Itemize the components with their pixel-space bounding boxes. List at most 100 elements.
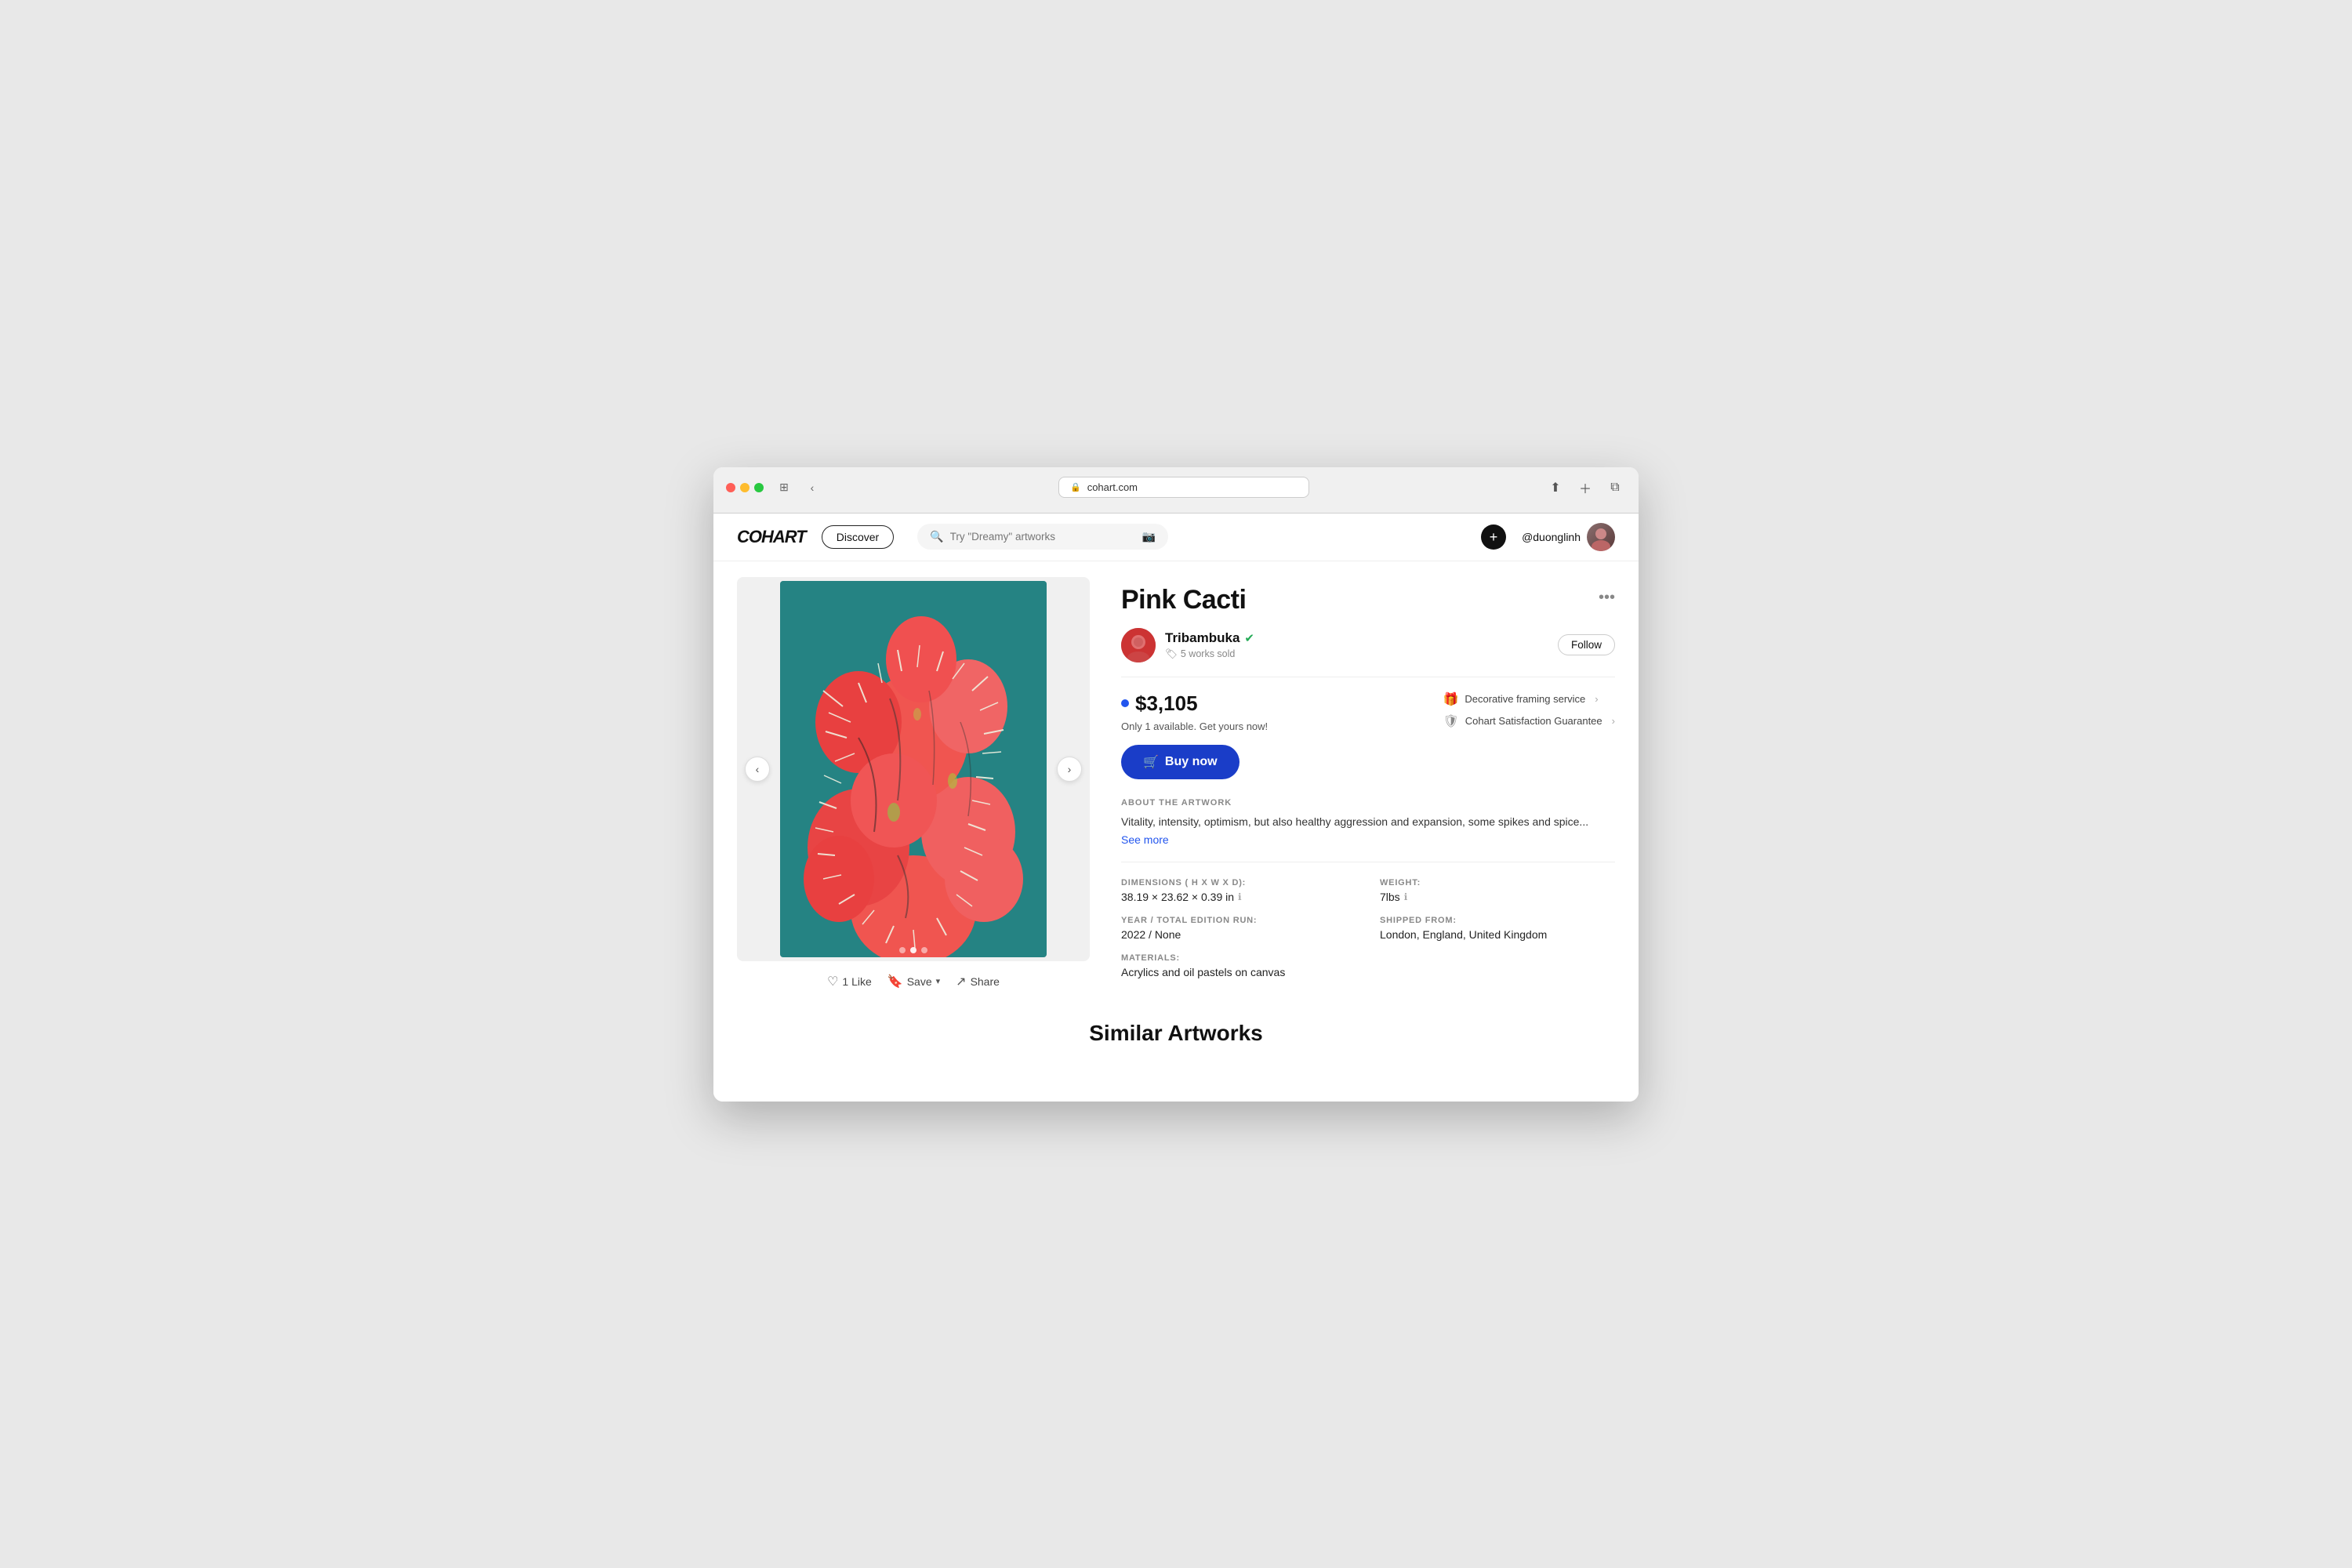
artist-row: Tribambuka ✔ 🏷 5 works sold Follow — [1121, 628, 1615, 662]
spec-dimensions: DIMENSIONS ( H X W X D): 38.19 × 23.62 ×… — [1121, 878, 1356, 903]
artist-name: Tribambuka — [1165, 630, 1240, 646]
price-left: $3,105 Only 1 available. Get yours now! … — [1121, 691, 1268, 779]
artist-avatar — [1121, 628, 1156, 662]
page-content: COHART Discover 🔍 📷 + @duonglinh — [713, 514, 1639, 1102]
price-row: $3,105 Only 1 available. Get yours now! … — [1121, 691, 1615, 779]
address-bar[interactable]: 🔒 cohart.com — [1058, 477, 1309, 498]
close-button[interactable] — [726, 483, 735, 492]
about-label: ABOUT THE ARTWORK — [1121, 798, 1615, 808]
save-button[interactable]: 🔖 Save ▾ — [887, 974, 940, 989]
gallery-dot-3[interactable] — [921, 947, 927, 953]
shipped-value: London, England, United Kingdom — [1380, 928, 1615, 941]
spec-materials: MATERIALS: Acrylics and oil pastels on c… — [1121, 953, 1615, 978]
address-bar-container: 🔒 cohart.com — [833, 477, 1535, 498]
dimensions-value: 38.19 × 23.62 × 0.39 in ℹ — [1121, 891, 1356, 903]
verified-badge: ✔ — [1244, 631, 1254, 645]
gallery-dot-2[interactable] — [910, 947, 916, 953]
services-list: 🎁 Decorative framing service › 🛡 Cohart … — [1443, 691, 1615, 729]
framing-service[interactable]: 🎁 Decorative framing service › — [1443, 691, 1615, 707]
like-button[interactable]: ♡ 1 Like — [827, 974, 872, 989]
tabs-button[interactable]: ⧉ — [1604, 477, 1626, 499]
about-text: Vitality, intensity, optimism, but also … — [1121, 814, 1615, 831]
nav-username: @duonglinh — [1522, 531, 1581, 543]
details-section: ••• Pink Cacti — [1121, 577, 1615, 989]
buy-button[interactable]: 🛒 Buy now — [1121, 745, 1240, 779]
browser-controls: ⊞ ‹ — [773, 479, 823, 496]
price-availability: Only 1 available. Get yours now! — [1121, 720, 1268, 732]
see-more-link[interactable]: See more — [1121, 833, 1615, 846]
share-icon: ↗ — [956, 974, 966, 989]
similar-section: Similar Artworks — [713, 1013, 1639, 1077]
gallery-dots — [899, 947, 927, 953]
specs-grid: DIMENSIONS ( H X W X D): 38.19 × 23.62 ×… — [1121, 878, 1615, 978]
sidebar-toggle-button[interactable]: ⊞ — [773, 479, 795, 496]
spec-year: YEAR / TOTAL EDITION RUN: 2022 / None — [1121, 916, 1356, 941]
share-button[interactable]: ↗ Share — [956, 974, 1000, 989]
share-browser-button[interactable]: ⬆ — [1544, 477, 1566, 499]
bookmark-icon: 🔖 — [887, 974, 903, 989]
chevron-down-icon: ▾ — [936, 976, 941, 986]
search-input[interactable] — [950, 531, 1136, 543]
info-icon-dimensions[interactable]: ℹ — [1238, 891, 1242, 902]
maximize-button[interactable] — [754, 483, 764, 492]
url-text: cohart.com — [1087, 481, 1138, 493]
weight-value: 7lbs ℹ — [1380, 891, 1615, 903]
back-button[interactable]: ‹ — [801, 479, 823, 496]
artwork-actions: ♡ 1 Like 🔖 Save ▾ ↗ Share — [737, 961, 1090, 989]
chevron-right-icon: › — [1595, 693, 1598, 705]
browser-actions: ⬆ ＋ ⧉ — [1544, 477, 1626, 499]
spec-shipped: SHIPPED FROM: London, England, United Ki… — [1380, 916, 1615, 941]
discover-button[interactable]: Discover — [822, 525, 894, 549]
heart-icon: ♡ — [827, 974, 838, 989]
price-indicator — [1121, 699, 1129, 707]
logo: COHART — [737, 527, 806, 547]
info-icon-weight[interactable]: ℹ — [1404, 891, 1408, 902]
follow-button[interactable]: Follow — [1558, 634, 1615, 655]
cart-icon: 🛒 — [1143, 754, 1159, 770]
gift-icon: 🎁 — [1443, 691, 1458, 707]
nav-user[interactable]: @duonglinh — [1522, 523, 1615, 551]
dimensions-label: DIMENSIONS ( H X W X D): — [1121, 878, 1356, 887]
shield-icon: 🛡 — [1443, 713, 1458, 729]
shipped-label: SHIPPED FROM: — [1380, 916, 1615, 925]
tag-icon: 🏷 — [1165, 648, 1178, 660]
artist-name-row: Tribambuka ✔ — [1165, 630, 1548, 646]
new-tab-button[interactable]: ＋ — [1574, 477, 1596, 499]
gallery-next-button[interactable]: › — [1057, 757, 1082, 782]
browser-titlebar: ⊞ ‹ 🔒 cohart.com ⬆ ＋ ⧉ — [726, 477, 1626, 499]
works-sold: 🏷 5 works sold — [1165, 648, 1548, 660]
browser-tabs-bar — [726, 506, 1626, 513]
minimize-button[interactable] — [740, 483, 750, 492]
artwork-section: ‹ — [737, 577, 1090, 989]
traffic-lights — [726, 483, 764, 492]
about-section: ABOUT THE ARTWORK Vitality, intensity, o… — [1121, 798, 1615, 847]
search-bar: 🔍 📷 — [917, 524, 1168, 550]
artist-info: Tribambuka ✔ 🏷 5 works sold — [1165, 630, 1548, 660]
price-amount: $3,105 — [1135, 691, 1198, 716]
top-nav: COHART Discover 🔍 📷 + @duonglinh — [713, 514, 1639, 561]
save-label: Save — [907, 975, 932, 988]
materials-label: MATERIALS: — [1121, 953, 1615, 963]
chevron-right-icon-2: › — [1612, 715, 1615, 727]
materials-value: Acrylics and oil pastels on canvas — [1121, 966, 1615, 978]
gallery-prev-button[interactable]: ‹ — [745, 757, 770, 782]
browser-window: ⊞ ‹ 🔒 cohart.com ⬆ ＋ ⧉ COHART Disc — [713, 467, 1639, 1102]
add-button[interactable]: + — [1481, 524, 1506, 550]
similar-title: Similar Artworks — [737, 1021, 1615, 1046]
main-content: ‹ — [713, 561, 1639, 1013]
avatar — [1587, 523, 1615, 551]
share-label: Share — [971, 975, 1000, 988]
browser-chrome: ⊞ ‹ 🔒 cohart.com ⬆ ＋ ⧉ — [713, 467, 1639, 514]
price-display: $3,105 — [1121, 691, 1268, 716]
artwork-gallery: ‹ — [737, 577, 1090, 961]
search-icon: 🔍 — [930, 530, 943, 543]
artwork-image — [780, 581, 1047, 957]
year-value: 2022 / None — [1121, 928, 1356, 941]
satisfaction-guarantee[interactable]: 🛡 Cohart Satisfaction Guarantee › — [1443, 713, 1615, 729]
lock-icon: 🔒 — [1070, 482, 1081, 492]
weight-label: WEIGHT: — [1380, 878, 1615, 887]
gallery-dot-1[interactable] — [899, 947, 906, 953]
like-count: 1 Like — [842, 975, 871, 988]
camera-icon[interactable]: 📷 — [1142, 530, 1156, 543]
more-options-button[interactable]: ••• — [1599, 589, 1615, 607]
